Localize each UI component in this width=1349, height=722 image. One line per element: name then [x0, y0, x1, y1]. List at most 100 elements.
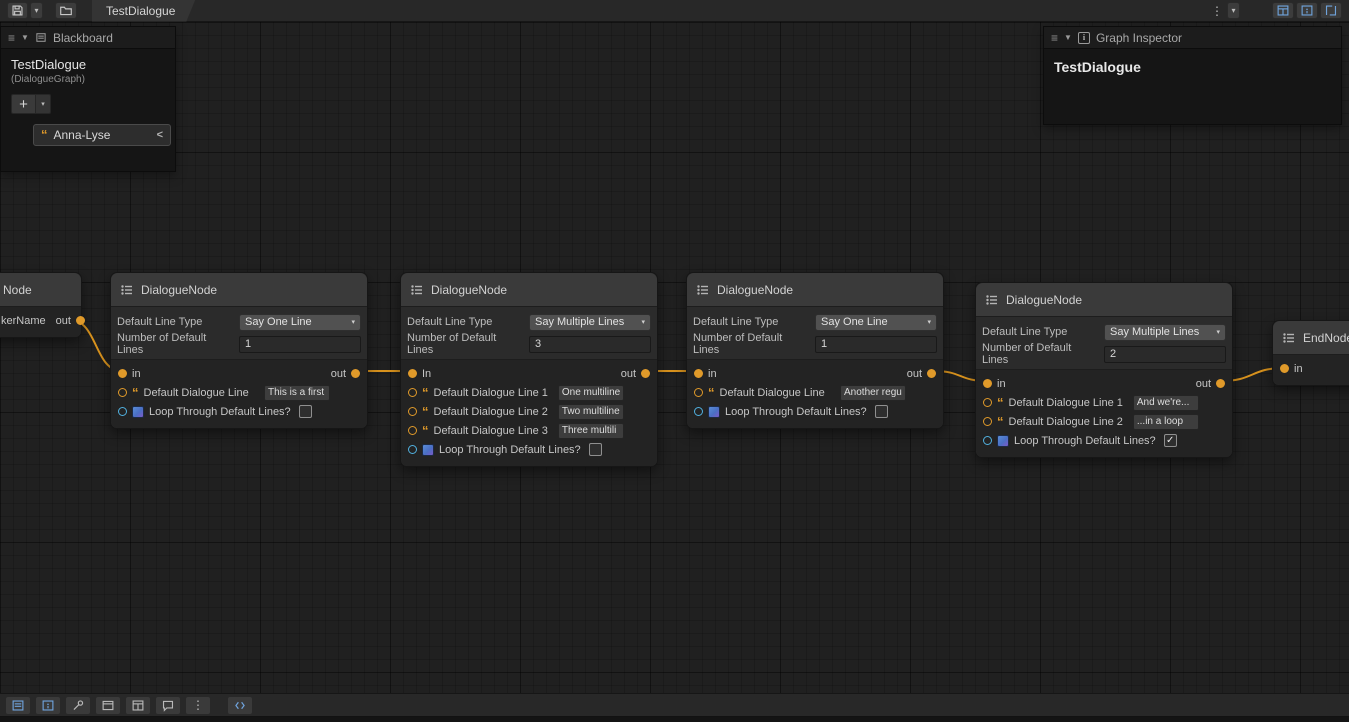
inspector-button[interactable] [35, 696, 61, 715]
node-title-bar[interactable]: DialogueNode [687, 273, 943, 307]
num-lines-input[interactable]: 3 [529, 336, 651, 353]
input-port[interactable] [408, 369, 417, 378]
toggle-blackboard-button[interactable] [1272, 2, 1294, 19]
loop-checkbox[interactable] [875, 405, 888, 418]
graph-tab-label: TestDialogue [106, 4, 175, 18]
node-title-bar[interactable]: Node [0, 273, 81, 307]
dialogue-node-3[interactable]: DialogueNode Default Line Type Say One L… [686, 272, 944, 429]
quote-icon: “ [422, 426, 429, 436]
dialogue-line-port[interactable] [694, 388, 703, 397]
dialogue-line-port[interactable] [983, 398, 992, 407]
output-port-label: out [331, 368, 346, 380]
num-lines-input[interactable]: 1 [239, 336, 361, 353]
collapse-icon[interactable]: ▼ [1064, 33, 1072, 42]
graph-inspector-header[interactable]: ≡ ▼ i Graph Inspector [1044, 27, 1341, 49]
info-icon: i [1078, 32, 1090, 44]
output-port[interactable] [641, 369, 650, 378]
input-port[interactable] [694, 369, 703, 378]
save-button[interactable] [7, 2, 28, 19]
drag-handle-icon[interactable]: ≡ [1051, 31, 1058, 45]
dialogue-line-input[interactable]: And we're... [1133, 395, 1199, 411]
input-port[interactable] [1280, 364, 1289, 373]
loop-checkbox[interactable]: ✓ [1164, 434, 1177, 447]
loop-port[interactable] [694, 407, 703, 416]
blackboard-icon [35, 32, 47, 43]
dialogue-line-port[interactable] [983, 417, 992, 426]
plus-icon: + [19, 97, 28, 112]
blackboard-panel-icon [1276, 4, 1290, 17]
dialogue-line-port[interactable] [408, 426, 417, 435]
toggle-minimap-button[interactable] [1320, 2, 1342, 19]
loop-checkbox[interactable] [589, 443, 602, 456]
blackboard-property-anna-lyse[interactable]: “ Anna-Lyse < [33, 124, 171, 146]
output-port[interactable] [76, 316, 85, 325]
num-lines-label: Number of Default Lines [693, 332, 809, 356]
drag-handle-icon[interactable]: ≡ [8, 31, 15, 45]
loop-port[interactable] [983, 436, 992, 445]
line-type-dropdown[interactable]: Say Multiple Lines ▾ [529, 314, 651, 331]
dialogue-line-port[interactable] [118, 388, 127, 397]
check-icon: ✓ [1166, 436, 1174, 446]
speaker-node[interactable]: Node kerName out [0, 272, 82, 338]
dialogue-line-input[interactable]: Three multili [558, 423, 624, 439]
minimap-panel-icon [1324, 4, 1338, 17]
output-port-label: out [1196, 378, 1211, 390]
num-lines-input[interactable]: 1 [815, 336, 937, 353]
quote-icon: “ [997, 398, 1004, 408]
toolbar-more-button[interactable]: ⋮ [1209, 2, 1225, 19]
dialogue-line-input[interactable]: Two multiline [558, 404, 624, 420]
output-port[interactable] [927, 369, 936, 378]
line-type-dropdown[interactable]: Say One Line ▾ [239, 314, 361, 331]
bottom-toolbar: ⋮ [0, 693, 1349, 717]
dialogue-line-label: Default Dialogue Line 1 [1009, 397, 1123, 409]
output-port[interactable] [351, 369, 360, 378]
output-port-label: out [907, 368, 922, 380]
dialogue-line-input[interactable]: Another regu [840, 385, 906, 401]
num-lines-value: 1 [245, 338, 251, 350]
toggle-inspector-button[interactable] [1296, 2, 1318, 19]
input-port[interactable] [983, 379, 992, 388]
tools-button[interactable] [65, 696, 91, 715]
window-button[interactable] [95, 696, 121, 715]
dialogue-line-input[interactable]: One multiline [558, 385, 624, 401]
console-button[interactable] [5, 696, 31, 715]
node-title-bar[interactable]: DialogueNode [111, 273, 367, 307]
dialogue-node-4[interactable]: DialogueNode Default Line Type Say Multi… [975, 282, 1233, 458]
blackboard-header[interactable]: ≡ ▼ Blackboard [1, 27, 175, 49]
loop-label: Loop Through Default Lines? [1014, 435, 1156, 447]
loop-icon [132, 406, 144, 418]
loop-port[interactable] [408, 445, 417, 454]
code-view-button[interactable] [227, 696, 253, 715]
add-property-button[interactable]: + [11, 94, 36, 114]
dialogue-line-port[interactable] [408, 388, 417, 397]
dialogue-node-1[interactable]: DialogueNode Default Line Type Say One L… [110, 272, 368, 429]
output-port[interactable] [1216, 379, 1225, 388]
num-lines-input[interactable]: 2 [1104, 346, 1226, 363]
add-property-dropdown[interactable]: ▾ [36, 94, 51, 114]
blackboard-button[interactable] [125, 696, 151, 715]
num-lines-label: Number of Default Lines [407, 332, 523, 356]
bottom-more-button[interactable]: ⋮ [185, 696, 211, 715]
graph-tab[interactable]: TestDialogue [92, 0, 195, 22]
wrench-icon [71, 699, 85, 712]
collapse-icon[interactable]: ▼ [21, 33, 29, 42]
blackboard-graph-name: TestDialogue [11, 57, 165, 72]
dialogue-line-input[interactable]: This is a first [264, 385, 330, 401]
node-title-bar[interactable]: DialogueNode [976, 283, 1232, 317]
end-node[interactable]: EndNode in [1272, 320, 1349, 386]
loop-checkbox[interactable] [299, 405, 312, 418]
loop-port[interactable] [118, 407, 127, 416]
dialogue-node-2[interactable]: DialogueNode Default Line Type Say Multi… [400, 272, 658, 467]
node-title-bar[interactable]: EndNode [1273, 321, 1349, 355]
line-type-dropdown[interactable]: Say One Line ▾ [815, 314, 937, 331]
node-title-bar[interactable]: DialogueNode [401, 273, 657, 307]
input-port[interactable] [118, 369, 127, 378]
dialogue-line-input[interactable]: ...in a loop [1133, 414, 1199, 430]
line-type-dropdown[interactable]: Say Multiple Lines ▾ [1104, 324, 1226, 341]
dialogue-line-port[interactable] [408, 407, 417, 416]
toolbar-more-dropdown[interactable]: ▾ [1227, 2, 1240, 19]
dialogue-line-label: Default Dialogue Line 2 [434, 406, 548, 418]
dialogue-preview-button[interactable] [155, 696, 181, 715]
save-dropdown-button[interactable]: ▾ [30, 2, 43, 19]
open-asset-button[interactable] [55, 2, 77, 19]
